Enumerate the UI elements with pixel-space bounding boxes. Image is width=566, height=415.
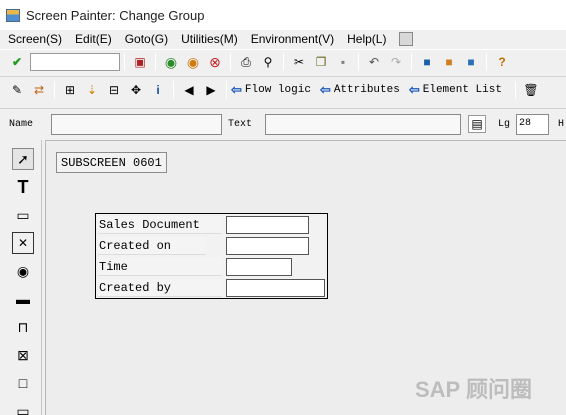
undo-icon[interactable]: ↶ [365, 53, 383, 71]
save-icon[interactable]: ▣ [131, 53, 149, 71]
menu-environment[interactable]: Environment(V) [251, 32, 334, 46]
hierarchy-icon[interactable]: ⊞ [61, 81, 79, 99]
toolbar-separator [411, 52, 412, 71]
move-icon[interactable]: ✥ [127, 81, 145, 99]
menu-help[interactable]: Help(L) [347, 32, 386, 46]
info-icon[interactable]: i [149, 81, 167, 99]
enter-check-icon[interactable]: ✔ [8, 53, 26, 71]
element-attributes-row: Name Text ▤ Lg 28 H [0, 108, 566, 136]
menu-edit[interactable]: Edit(E) [75, 32, 112, 46]
toolbar-separator [358, 52, 359, 71]
application-toolbar: ✎ ⇄ ⊞ ⇣ ⊟ ✥ i ◀ ▶ ⇦ Flow logic ⇦ Attribu… [0, 76, 566, 102]
command-field[interactable] [30, 52, 120, 71]
pen-edit-icon[interactable]: ✎ [8, 81, 26, 99]
menu-goto[interactable]: Goto(G) [125, 32, 168, 46]
tabstrip-wizard-icon[interactable]: ⊠ [12, 344, 34, 366]
name-field[interactable] [51, 114, 222, 135]
form-field-created-by[interactable] [226, 279, 325, 297]
toolbar-separator [486, 52, 487, 71]
redo-icon[interactable]: ↷ [387, 53, 405, 71]
standard-toolbar: ✔ ▣ ◉ ◉ ⊗ ⎙ ⚲ ✂ ❐ ▪ ↶ ↷ ■ ■ ■ ? [0, 49, 566, 73]
copy-icon[interactable]: ❐ [312, 53, 330, 71]
previous-icon[interactable]: ◀ [180, 81, 198, 99]
input-field-icon[interactable]: ▭ [12, 204, 34, 226]
title-bar: Screen Painter: Change Group [0, 0, 566, 30]
form-field-sales-document[interactable] [226, 216, 309, 234]
menu-utilities[interactable]: Utilities(M) [181, 32, 238, 46]
paste-icon[interactable]: ▪ [334, 53, 352, 71]
menu-screen[interactable]: Screen(S) [8, 32, 62, 46]
name-label: Name [9, 119, 34, 130]
text-field-icon[interactable]: T [12, 176, 34, 198]
toolbar-separator [173, 80, 174, 99]
toolbar-separator [514, 80, 516, 99]
form-field-time[interactable] [226, 258, 292, 276]
watermark-logo: SAP 顾问圈 [415, 377, 532, 402]
flow-logic-arrow-icon: ⇦ [231, 81, 242, 97]
attributes-arrow-icon: ⇦ [319, 81, 331, 97]
window-title: Screen Painter: Change Group [26, 7, 205, 23]
box-icon[interactable]: □ [12, 372, 34, 394]
checkbox-icon[interactable]: ✕ [12, 232, 34, 254]
pushbutton-icon[interactable]: ▬ [12, 288, 34, 310]
tabstrip-icon[interactable]: ⊓ [12, 316, 34, 338]
menu-bar: Screen(S) Edit(E) Goto(G) Utilities(M) E… [0, 30, 566, 48]
toolbar-separator [124, 52, 125, 71]
activate-icon[interactable]: ⇄ [30, 81, 48, 99]
form-label-sales-document: Sales Document [98, 216, 222, 234]
form-label-created-on: Created on [98, 237, 206, 255]
create-session-icon[interactable]: ■ [418, 53, 436, 71]
field-group-box[interactable]: Sales Document Created on Time Created b… [95, 213, 328, 299]
flow-logic-button[interactable]: Flow logic [245, 84, 311, 96]
cut-icon[interactable]: ✂ [290, 53, 308, 71]
delete-icon[interactable]: 🗑 [522, 81, 540, 99]
back-icon[interactable]: ◉ [162, 53, 180, 71]
toolbar-separator [54, 80, 55, 99]
toolbar-separator [155, 52, 156, 71]
toolbar-separator [226, 80, 227, 99]
find-icon[interactable]: ⚲ [259, 53, 277, 71]
element-list-arrow-icon: ⇦ [408, 81, 420, 97]
length-label: Lg [498, 119, 511, 130]
subscreen-area-icon[interactable]: ▭ [12, 400, 34, 415]
radio-button-icon[interactable]: ◉ [12, 260, 34, 282]
screen-painter-app-icon [6, 8, 20, 22]
toolbar-separator [230, 52, 231, 71]
next-icon[interactable]: ▶ [202, 81, 220, 99]
toolbar-separator [283, 52, 284, 71]
help-icon[interactable]: ? [493, 53, 511, 71]
layout-menu-icon[interactable] [399, 32, 414, 46]
length-field[interactable]: 28 [516, 114, 549, 135]
generate-shortcut-icon[interactable]: ■ [440, 53, 458, 71]
form-field-created-on[interactable] [226, 237, 309, 255]
text-label: Text [228, 119, 253, 130]
where-used-icon[interactable]: ⇣ [83, 81, 101, 99]
subscreen-label: SUBSCREEN 0601 [56, 152, 167, 173]
print-icon[interactable]: ⎙ [237, 53, 255, 71]
layout-settings-icon[interactable]: ■ [462, 53, 480, 71]
text-field[interactable] [265, 114, 461, 135]
element-list-button[interactable]: Element List [423, 84, 502, 96]
cancel-icon[interactable]: ⊗ [206, 53, 224, 71]
form-label-time: Time [98, 258, 222, 276]
dictionary-icon[interactable]: ▤ [468, 115, 486, 133]
display-object-icon[interactable]: ⊟ [105, 81, 123, 99]
attributes-button[interactable]: Attributes [334, 84, 400, 96]
select-pointer-icon[interactable]: ➚ [12, 148, 34, 170]
exit-icon[interactable]: ◉ [184, 53, 202, 71]
height-label: H [558, 119, 565, 130]
form-label-created-by: Created by [98, 279, 222, 297]
element-palette: ➚ T ▭ ✕ ◉ ▬ ⊓ ⊠ □ ▭ [4, 140, 42, 415]
